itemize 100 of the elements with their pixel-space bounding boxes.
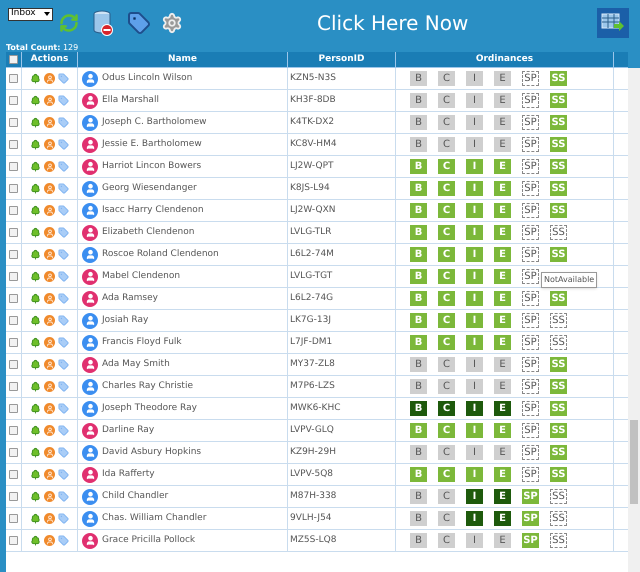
- ordinance-status[interactable]: C: [438, 445, 455, 460]
- person-icon[interactable]: [44, 469, 55, 480]
- ordinance-status[interactable]: I: [466, 93, 483, 108]
- row-checkbox[interactable]: [9, 338, 18, 347]
- ordinance-status[interactable]: C: [438, 401, 455, 416]
- person-icon[interactable]: [44, 535, 55, 546]
- tag-icon[interactable]: [58, 205, 69, 216]
- ordinance-status[interactable]: C: [438, 511, 455, 526]
- ordinance-status[interactable]: I: [466, 489, 483, 504]
- ordinance-status[interactable]: B: [410, 115, 427, 130]
- person-icon[interactable]: [44, 271, 55, 282]
- settings-icon[interactable]: [161, 12, 183, 34]
- tree-icon[interactable]: [30, 491, 41, 502]
- tree-icon[interactable]: [30, 73, 41, 84]
- row-checkbox[interactable]: [9, 228, 18, 237]
- tag-icon[interactable]: [58, 425, 69, 436]
- person-icon[interactable]: [44, 293, 55, 304]
- row-checkbox[interactable]: [9, 272, 18, 281]
- ordinance-status[interactable]: SS: [550, 225, 567, 240]
- row-checkbox[interactable]: [9, 74, 18, 83]
- person-name[interactable]: Darline Ray: [102, 424, 154, 438]
- ordinance-status[interactable]: C: [438, 137, 455, 152]
- tree-icon[interactable]: [30, 205, 41, 216]
- tag-icon[interactable]: [58, 73, 69, 84]
- ordinance-status[interactable]: SP: [522, 181, 539, 196]
- ordinance-status[interactable]: SP: [522, 423, 539, 438]
- ordinance-status[interactable]: E: [494, 445, 511, 460]
- tree-icon[interactable]: [30, 315, 41, 326]
- export-button[interactable]: [597, 8, 629, 38]
- tree-icon[interactable]: [30, 117, 41, 128]
- ordinance-status[interactable]: SP: [522, 379, 539, 394]
- row-checkbox[interactable]: [9, 448, 18, 457]
- ordinance-status[interactable]: SP: [522, 203, 539, 218]
- ordinance-status[interactable]: I: [466, 357, 483, 372]
- person-name[interactable]: Odus Lincoln Wilson: [102, 72, 192, 86]
- person-name[interactable]: Ada May Smith: [102, 358, 170, 372]
- person-name[interactable]: Harriot Lincon Bowers: [102, 160, 202, 174]
- ordinance-status[interactable]: SP: [522, 115, 539, 130]
- person-icon[interactable]: [44, 425, 55, 436]
- ordinance-status[interactable]: SS: [550, 533, 567, 548]
- ordinance-status[interactable]: I: [466, 71, 483, 86]
- tag-icon[interactable]: [58, 403, 69, 414]
- person-icon[interactable]: [44, 95, 55, 106]
- ordinance-status[interactable]: C: [438, 533, 455, 548]
- row-checkbox[interactable]: [9, 250, 18, 259]
- tree-icon[interactable]: [30, 359, 41, 370]
- ordinance-status[interactable]: SP: [522, 269, 539, 284]
- ordinance-status[interactable]: C: [438, 357, 455, 372]
- ordinance-status[interactable]: E: [494, 137, 511, 152]
- ordinance-status[interactable]: E: [494, 379, 511, 394]
- ordinance-status[interactable]: SS: [550, 511, 567, 526]
- tree-icon[interactable]: [30, 95, 41, 106]
- ordinance-status[interactable]: SP: [522, 247, 539, 262]
- tree-icon[interactable]: [30, 183, 41, 194]
- ordinance-status[interactable]: SP: [522, 401, 539, 416]
- row-checkbox[interactable]: [9, 140, 18, 149]
- ordinance-status[interactable]: C: [438, 379, 455, 394]
- tag-icon[interactable]: [58, 513, 69, 524]
- person-name[interactable]: Mabel Clendenon: [102, 270, 180, 284]
- tree-icon[interactable]: [30, 161, 41, 172]
- tag-icon[interactable]: [58, 315, 69, 326]
- tag-icon[interactable]: [58, 271, 69, 282]
- tree-icon[interactable]: [30, 271, 41, 282]
- person-name[interactable]: Roscoe Roland Clendenon: [102, 248, 219, 262]
- person-name[interactable]: Ella Marshall: [102, 94, 159, 108]
- person-name[interactable]: Josiah Ray: [102, 314, 148, 328]
- ordinance-status[interactable]: C: [438, 489, 455, 504]
- tag-icon[interactable]: [58, 359, 69, 370]
- row-checkbox[interactable]: [9, 514, 18, 523]
- tag-icon[interactable]: [58, 95, 69, 106]
- tag-icon[interactable]: [58, 139, 69, 150]
- ordinance-status[interactable]: I: [466, 445, 483, 460]
- tree-icon[interactable]: [30, 403, 41, 414]
- tag-icon[interactable]: [58, 469, 69, 480]
- ordinance-status[interactable]: E: [494, 533, 511, 548]
- person-icon[interactable]: [44, 205, 55, 216]
- person-icon[interactable]: [44, 139, 55, 150]
- person-icon[interactable]: [44, 315, 55, 326]
- ordinance-status[interactable]: E: [494, 357, 511, 372]
- ordinance-status[interactable]: I: [466, 137, 483, 152]
- database-remove-icon[interactable]: [93, 10, 113, 36]
- ordinance-status[interactable]: B: [410, 137, 427, 152]
- ordinance-status[interactable]: E: [494, 511, 511, 526]
- ordinance-status[interactable]: SP: [522, 159, 539, 174]
- row-checkbox[interactable]: [9, 184, 18, 193]
- ordinance-status[interactable]: SP: [522, 313, 539, 328]
- ordinance-status[interactable]: I: [466, 511, 483, 526]
- person-icon[interactable]: [44, 359, 55, 370]
- ordinance-status[interactable]: E: [494, 489, 511, 504]
- tree-icon[interactable]: [30, 535, 41, 546]
- tag-icon[interactable]: [58, 227, 69, 238]
- tag-icon[interactable]: [58, 249, 69, 260]
- ordinance-status[interactable]: SP: [522, 225, 539, 240]
- row-checkbox[interactable]: [9, 536, 18, 545]
- scrollbar[interactable]: [628, 68, 640, 572]
- tag-icon[interactable]: [58, 293, 69, 304]
- tree-icon[interactable]: [30, 337, 41, 348]
- tag-icon[interactable]: [58, 381, 69, 392]
- person-name[interactable]: Child Chandler: [102, 490, 168, 504]
- person-name[interactable]: Isacc Harry Clendenon: [102, 204, 204, 218]
